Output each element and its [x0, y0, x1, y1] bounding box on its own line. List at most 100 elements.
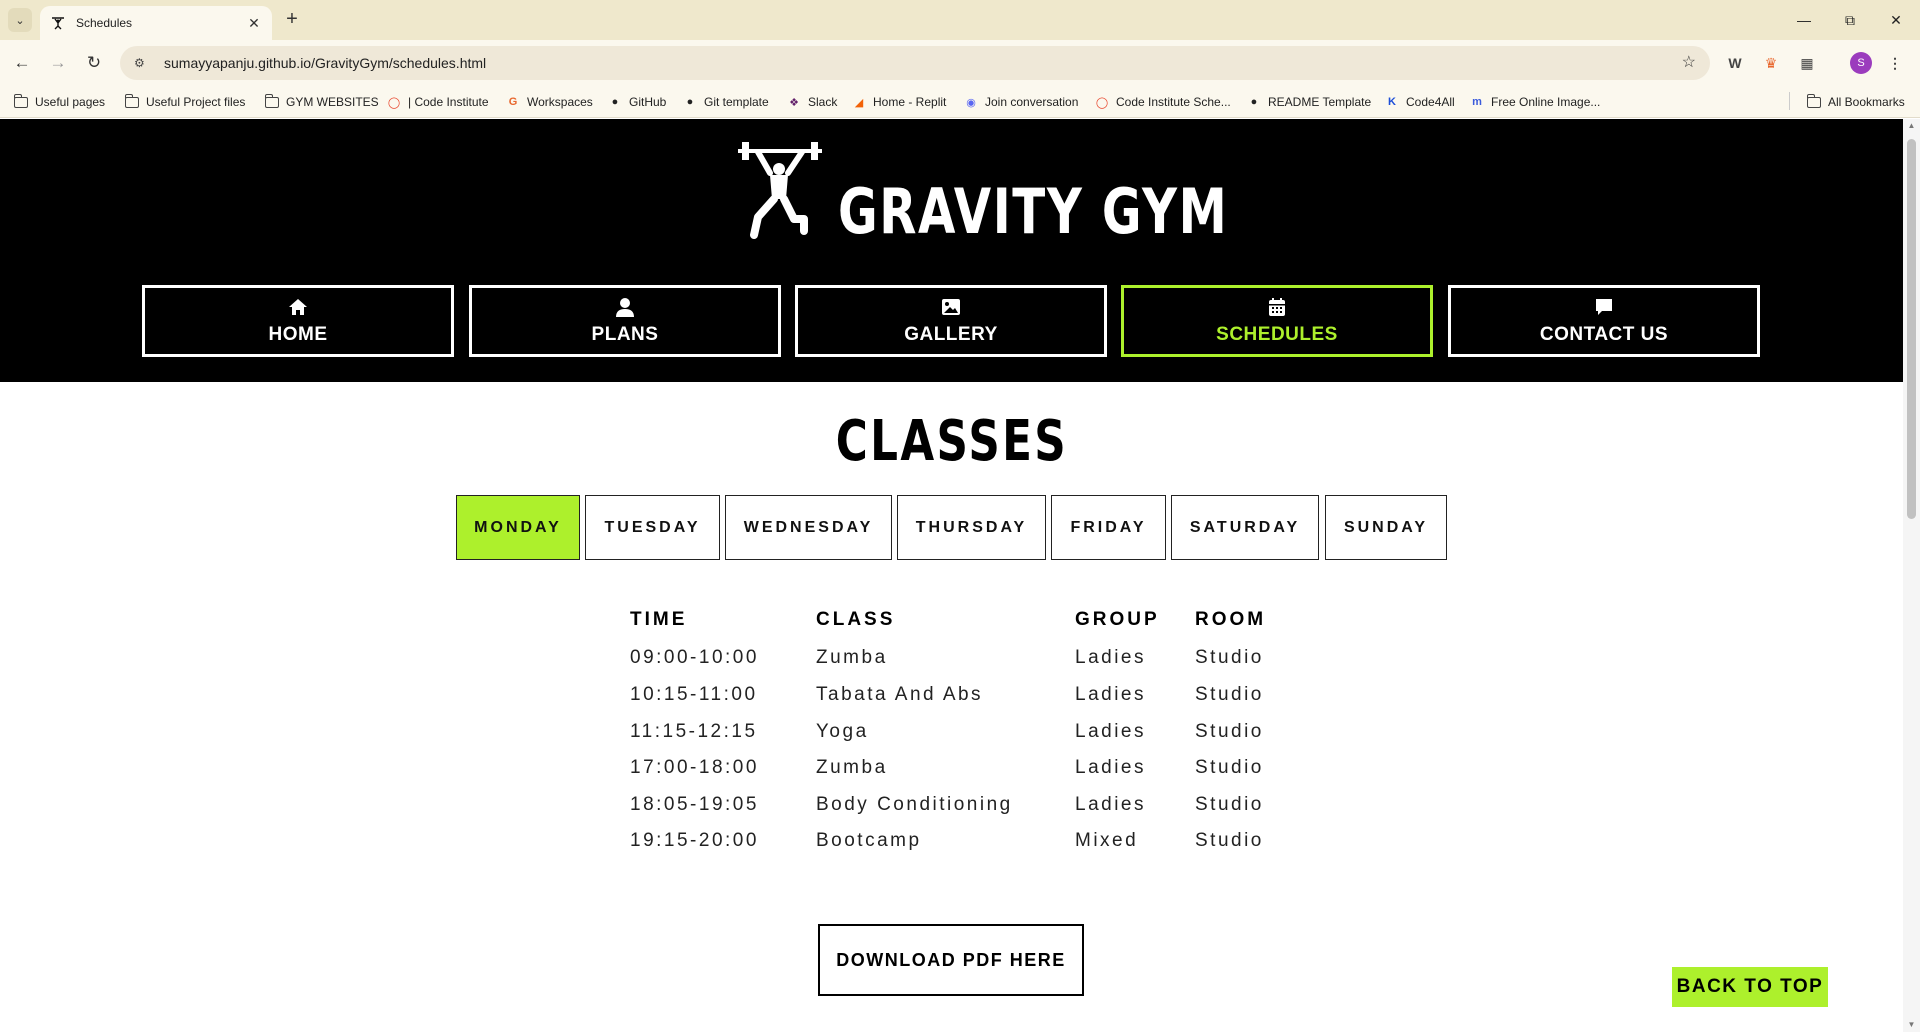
header-class: CLASS — [816, 609, 896, 630]
replit-icon: ◢ — [854, 96, 864, 109]
site-logo-text[interactable]: GRAVITY GYM — [838, 175, 1228, 248]
browser-tab-strip: ⌄ Schedules ✕ + — ⧉ ✕ — [0, 0, 1920, 40]
reload-icon[interactable]: ↻ — [82, 51, 106, 75]
github-icon: ● — [1250, 96, 1258, 108]
bookmark-free-online-image[interactable]: m Free Online Image... — [1469, 93, 1600, 111]
close-tab-icon[interactable]: ✕ — [246, 15, 262, 32]
bookmark-github[interactable]: ● GitHub — [607, 93, 667, 111]
tab-schedules[interactable]: Schedules ✕ — [40, 6, 272, 40]
day-tab-sunday[interactable]: SUNDAY — [1325, 495, 1447, 560]
gym-favicon-icon — [52, 17, 64, 30]
day-tab-saturday[interactable]: SATURDAY — [1171, 495, 1319, 560]
day-tab-tuesday[interactable]: TUESDAY — [585, 495, 720, 560]
table-row-room: Studio — [1195, 794, 1264, 815]
scrollbar-thumb[interactable] — [1907, 139, 1916, 519]
nav-plans[interactable]: PLANS — [469, 285, 781, 357]
nav-home[interactable]: HOME — [142, 285, 454, 357]
workspaces-icon: G — [508, 96, 518, 108]
home-icon — [289, 299, 307, 315]
url-text[interactable]: sumayyapanju.github.io/GravityGym/schedu… — [164, 55, 486, 71]
scroll-down-arrow-icon[interactable]: ▼ — [1903, 1018, 1920, 1032]
page-scrollbar[interactable]: ▲ ▼ — [1903, 119, 1920, 1032]
minimize-icon[interactable]: — — [1789, 8, 1819, 32]
folder-icon — [13, 93, 29, 110]
table-row-class: Zumba — [816, 757, 888, 778]
code4all-icon: K — [1388, 96, 1396, 108]
table-row-group: Ladies — [1075, 794, 1146, 815]
day-tab-thursday[interactable]: THURSDAY — [897, 495, 1046, 560]
extensions-puzzle-icon[interactable]: ▦ — [1796, 52, 1818, 74]
bookmark-all-bookmarks[interactable]: All Bookmarks — [1806, 93, 1905, 111]
tab-search-chevron-icon[interactable]: ⌄ — [8, 8, 32, 32]
extension-orange-icon[interactable]: ♛ — [1760, 52, 1782, 74]
image-tool-icon: m — [1472, 96, 1482, 108]
table-row-room: Studio — [1195, 721, 1264, 742]
download-pdf-button[interactable]: DOWNLOAD PDF HERE — [818, 924, 1084, 996]
bookmark-readme-template[interactable]: ● README Template — [1246, 93, 1371, 111]
table-row-time: 19:15-20:00 — [630, 830, 759, 851]
weightlifter-logo-icon[interactable] — [730, 139, 830, 239]
bookmark-git-template[interactable]: ● Git template — [682, 93, 769, 111]
scroll-up-arrow-icon[interactable]: ▲ — [1903, 119, 1920, 133]
header-room: ROOM — [1195, 609, 1267, 630]
folder-icon — [124, 93, 140, 110]
nav-gallery[interactable]: GALLERY — [795, 285, 1107, 357]
calendar-icon — [1269, 298, 1285, 316]
bookmark-code4all[interactable]: K Code4All — [1384, 93, 1455, 111]
table-row-class: Body Conditioning — [816, 794, 1013, 815]
table-row-group: Ladies — [1075, 684, 1146, 705]
bookmark-useful-pages[interactable]: Useful pages — [13, 93, 105, 111]
browser-menu-icon[interactable]: ⋮ — [1884, 52, 1906, 74]
nav-plans-label: PLANS — [591, 324, 659, 345]
bookmarks-divider — [1789, 92, 1790, 110]
bookmark-join-conversation[interactable]: ◉ Join conversation — [963, 93, 1078, 111]
classes-heading: CLASSES — [835, 409, 1068, 474]
back-to-top-button[interactable]: BACK TO TOP — [1672, 967, 1828, 1007]
table-row-room: Studio — [1195, 684, 1264, 705]
close-window-icon[interactable]: ✕ — [1881, 8, 1911, 32]
bookmark-code-institute[interactable]: ◯ | Code Institute — [386, 93, 489, 111]
day-tab-monday[interactable]: MONDAY — [456, 495, 580, 560]
wordpress-extension-icon[interactable]: W — [1724, 52, 1746, 74]
new-tab-plus-icon[interactable]: + — [280, 8, 304, 32]
table-row-class: Bootcamp — [816, 830, 922, 851]
day-tab-friday[interactable]: FRIDAY — [1051, 495, 1166, 560]
site-header: GRAVITY GYM HOME PLANS GALLERY SCHEDULES… — [0, 119, 1903, 382]
comment-icon — [1596, 299, 1612, 315]
nav-home-label: HOME — [268, 324, 328, 345]
day-tab-wednesday[interactable]: WEDNESDAY — [725, 495, 892, 560]
folder-icon — [1806, 93, 1822, 110]
nav-contact-us[interactable]: CONTACT US — [1448, 285, 1760, 357]
table-row-room: Studio — [1195, 757, 1264, 778]
table-row-group: Ladies — [1075, 647, 1146, 668]
table-row-time: 10:15-11:00 — [630, 684, 758, 705]
browser-toolbar: ← → ↻ ⚙ sumayyapanju.github.io/GravityGy… — [0, 40, 1920, 86]
restore-icon[interactable]: ⧉ — [1835, 8, 1865, 32]
bookmark-gym-websites[interactable]: GYM WEBSITES — [264, 93, 379, 111]
page-viewport: GRAVITY GYM HOME PLANS GALLERY SCHEDULES… — [0, 119, 1903, 1032]
code-institute-icon: ◯ — [387, 96, 401, 109]
address-bar[interactable]: ⚙ sumayyapanju.github.io/GravityGym/sche… — [120, 46, 1710, 80]
header-time: TIME — [630, 609, 688, 630]
folder-icon — [264, 93, 280, 110]
back-arrow-icon[interactable]: ← — [10, 51, 34, 75]
table-row-room: Studio — [1195, 647, 1264, 668]
site-info-icon[interactable]: ⚙ — [134, 56, 152, 70]
bookmark-code-institute-schedule[interactable]: ◯ Code Institute Sche... — [1094, 93, 1231, 111]
bookmark-replit[interactable]: ◢ Home - Replit — [851, 93, 947, 111]
profile-avatar[interactable]: S — [1850, 52, 1872, 74]
table-row-time: 17:00-18:00 — [630, 757, 759, 778]
bookmark-workspaces[interactable]: G Workspaces — [505, 93, 593, 111]
slack-icon: ❖ — [789, 96, 799, 109]
nav-gallery-label: GALLERY — [904, 324, 998, 345]
header-group: GROUP — [1075, 609, 1160, 630]
nav-schedules[interactable]: SCHEDULES — [1121, 285, 1433, 357]
nav-contact-label: CONTACT US — [1539, 324, 1669, 345]
bookmarks-bar: Useful pages Useful Project files GYM WE… — [0, 86, 1920, 118]
bookmark-star-icon[interactable]: ☆ — [1682, 52, 1696, 72]
forward-arrow-icon[interactable]: → — [46, 51, 70, 75]
bookmark-slack[interactable]: ❖ Slack — [786, 93, 837, 111]
table-row-group: Ladies — [1075, 757, 1146, 778]
bookmark-useful-project-files[interactable]: Useful Project files — [124, 93, 245, 111]
tab-title: Schedules — [76, 16, 133, 30]
